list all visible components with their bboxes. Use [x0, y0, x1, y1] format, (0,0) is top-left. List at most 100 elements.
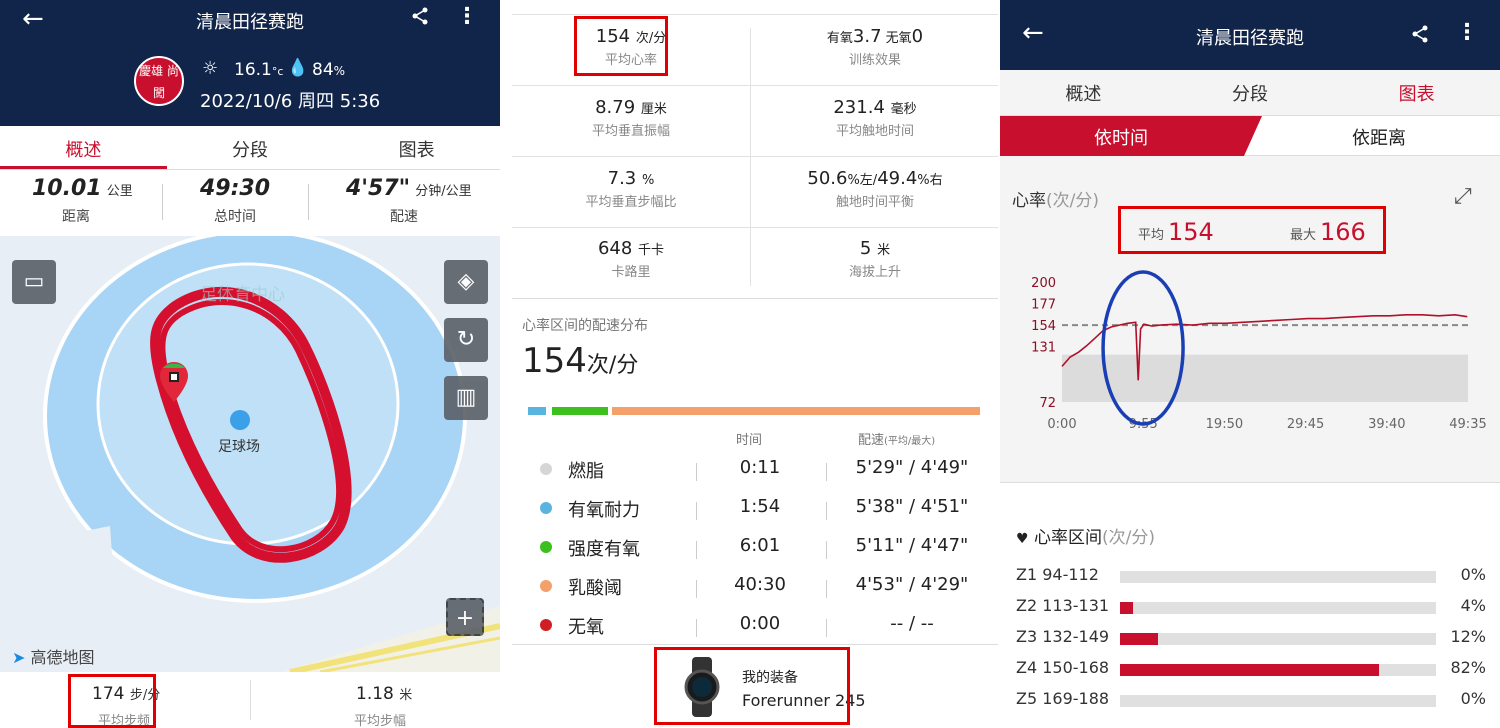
- zone-percent: 0%: [1460, 565, 1486, 584]
- zone-percent: 4%: [1460, 596, 1486, 615]
- x-tick-label: 29:45: [1287, 417, 1324, 432]
- share-icon[interactable]: [1410, 24, 1430, 49]
- hr-summary: 154次/分: [522, 341, 638, 381]
- tab-splits[interactable]: 分段: [167, 126, 334, 169]
- divider: [696, 580, 697, 598]
- heart-rate-chart-card: 心率(次/分) ⤢ 平均 154 最大 166 200 177 154 131 72 0:…: [1000, 156, 1500, 482]
- route-map[interactable]: 足球场 足体育中心 ▭ ◈ ↻ ▥ + ➤ 高德地图: [0, 236, 500, 672]
- zone-bar: [1120, 633, 1436, 645]
- divider: [308, 184, 309, 220]
- start-pin-icon[interactable]: [160, 362, 188, 402]
- stride-label: 平均步幅: [354, 714, 407, 728]
- user-avatar[interactable]: 慶雄 尚闖: [134, 56, 184, 106]
- divider: [512, 227, 998, 228]
- zone-name: Z4: [1016, 658, 1038, 677]
- my-gear-section[interactable]: 我的装备 Forerunner 245: [512, 644, 998, 728]
- app-header: ← 清晨田径赛跑 ⋮ 慶雄 尚闖 ☼ 16.1°c 💧 84% 2022/10/…: [0, 0, 500, 126]
- activity-charts-panel: ← 清晨田径赛跑 ⋮ 概述 分段 图表 依时间 依距离 心率(次/分) ⤢ 平均…: [1000, 0, 1500, 728]
- divider: [512, 14, 998, 15]
- zone-time: 40:30: [734, 574, 786, 595]
- zone-name: 强度有氧: [568, 539, 640, 560]
- metric-label: 训练效果: [848, 53, 901, 68]
- tab-charts[interactable]: 图表: [333, 126, 500, 169]
- elevation-gain-metric: 5 米海拔上升: [750, 238, 998, 280]
- tab-overview[interactable]: 概述: [0, 126, 167, 169]
- zoom-in-icon[interactable]: +: [446, 598, 484, 636]
- time-column-header: 时间: [736, 433, 763, 448]
- zone-pace: 5'29" / 4'49": [855, 457, 969, 478]
- metric-value: 5: [859, 238, 872, 259]
- hr-zone-row: Z2 113-131 4%: [1016, 596, 1496, 620]
- metric-label: 平均触地时间: [835, 124, 914, 139]
- hr-zone-row: Z1 94-112 0%: [1016, 565, 1496, 589]
- y-tick-label: 154: [1031, 319, 1056, 334]
- zone-row: 乳酸阈 40:30 4'53" / 4'29": [532, 570, 992, 602]
- left-balance-value: 50.6: [807, 168, 848, 189]
- zone-bar-fill: [1120, 633, 1158, 645]
- temperature-unit: °c: [271, 65, 284, 78]
- zone-bar: [1120, 695, 1436, 707]
- temperature-value: 16.1: [234, 60, 272, 80]
- gct-balance-metric: 50.6%左/49.4%右 触地时间平衡: [750, 168, 998, 210]
- heart-rate-line-chart[interactable]: 200177154131720:00 9:55 19:50 29:45 39:40 49:…: [1000, 268, 1500, 468]
- replay-icon[interactable]: ↻: [444, 318, 488, 362]
- pace-unit: 分钟/公里: [415, 184, 472, 199]
- metric-value: 8.79: [595, 97, 636, 118]
- by-distance-toggle[interactable]: 依距离: [1352, 124, 1406, 150]
- tab-splits[interactable]: 分段: [1167, 70, 1334, 115]
- share-icon[interactable]: [410, 6, 430, 31]
- map-provider-label: 高德地图: [30, 648, 95, 667]
- zone-bar-aerobic: [528, 407, 546, 415]
- metric-value: 7.3: [607, 168, 637, 189]
- metric-value: 231.4: [833, 97, 885, 118]
- zone-color-dot: [540, 619, 552, 631]
- amap-logo-icon: ➤: [12, 648, 26, 667]
- zone-name: Z5: [1016, 689, 1038, 708]
- fullscreen-icon[interactable]: ⤢: [1454, 184, 1472, 209]
- divider: [826, 541, 827, 559]
- divider: [696, 463, 697, 481]
- aerobic-label: 有氧: [826, 31, 853, 46]
- divider: [696, 541, 697, 559]
- tab-charts[interactable]: 图表: [1333, 70, 1500, 115]
- video-icon[interactable]: ▭: [12, 260, 56, 304]
- divider: [696, 619, 697, 637]
- vertical-oscillation-metric: 8.79 厘米 平均垂直振幅: [512, 97, 750, 139]
- stride-stat: 1.18 米: [356, 684, 412, 704]
- more-options-icon[interactable]: ⋮: [456, 4, 478, 29]
- tab-overview[interactable]: 概述: [1000, 70, 1167, 115]
- weather-sun-icon: ☼: [202, 58, 219, 79]
- activity-datetime: 2022/10/6 周四 5:36: [200, 91, 381, 112]
- map-layers-icon[interactable]: ▥: [444, 376, 488, 420]
- hr-zone-row: Z5 169-188 0%: [1016, 689, 1496, 713]
- metric-value: 648: [597, 238, 633, 259]
- hr-zone-row: Z4 150-168 82%: [1016, 658, 1496, 682]
- by-time-toggle[interactable]: 依时间: [1094, 124, 1148, 150]
- highlight-box: [574, 16, 668, 76]
- zone-name: Z2: [1016, 596, 1038, 615]
- zone-range: 94-112: [1042, 565, 1099, 584]
- anaerobic-value: 0: [911, 26, 924, 47]
- divider: [696, 502, 697, 520]
- metric-unit: 千卡: [638, 243, 665, 258]
- distance-label: 距离: [62, 209, 90, 225]
- pace-value: 4'57": [346, 176, 411, 201]
- humidity-display: 84%: [312, 60, 345, 80]
- metric-unit: 厘米: [640, 102, 667, 117]
- zone-bar: [1120, 664, 1436, 676]
- more-options-icon[interactable]: ⋮: [1456, 20, 1478, 45]
- highlight-box: [1118, 206, 1386, 254]
- summary-stats: 10.01 公里 距离 49:30 总时间 4'57" 分钟/公里 配速: [0, 170, 500, 236]
- divider: [512, 156, 998, 157]
- pace-column-header: 配速(平均/最大): [858, 429, 935, 448]
- zone-pace: -- / --: [890, 613, 934, 634]
- divider: [826, 619, 827, 637]
- map-3d-icon[interactable]: ◈: [444, 260, 488, 304]
- zone-name: 乳酸阈: [568, 578, 622, 599]
- pace-column-sublabel: (平均/最大): [884, 436, 936, 447]
- zone-percent: 12%: [1450, 627, 1486, 646]
- hr-zone-pace-section: 心率区间的配速分布 154次/分 时间 配速(平均/最大) 燃脂 0:11 5'29…: [512, 298, 998, 644]
- zone-bar-fill: [1120, 602, 1133, 614]
- divider: [162, 184, 163, 220]
- zone-color-dot: [540, 580, 552, 592]
